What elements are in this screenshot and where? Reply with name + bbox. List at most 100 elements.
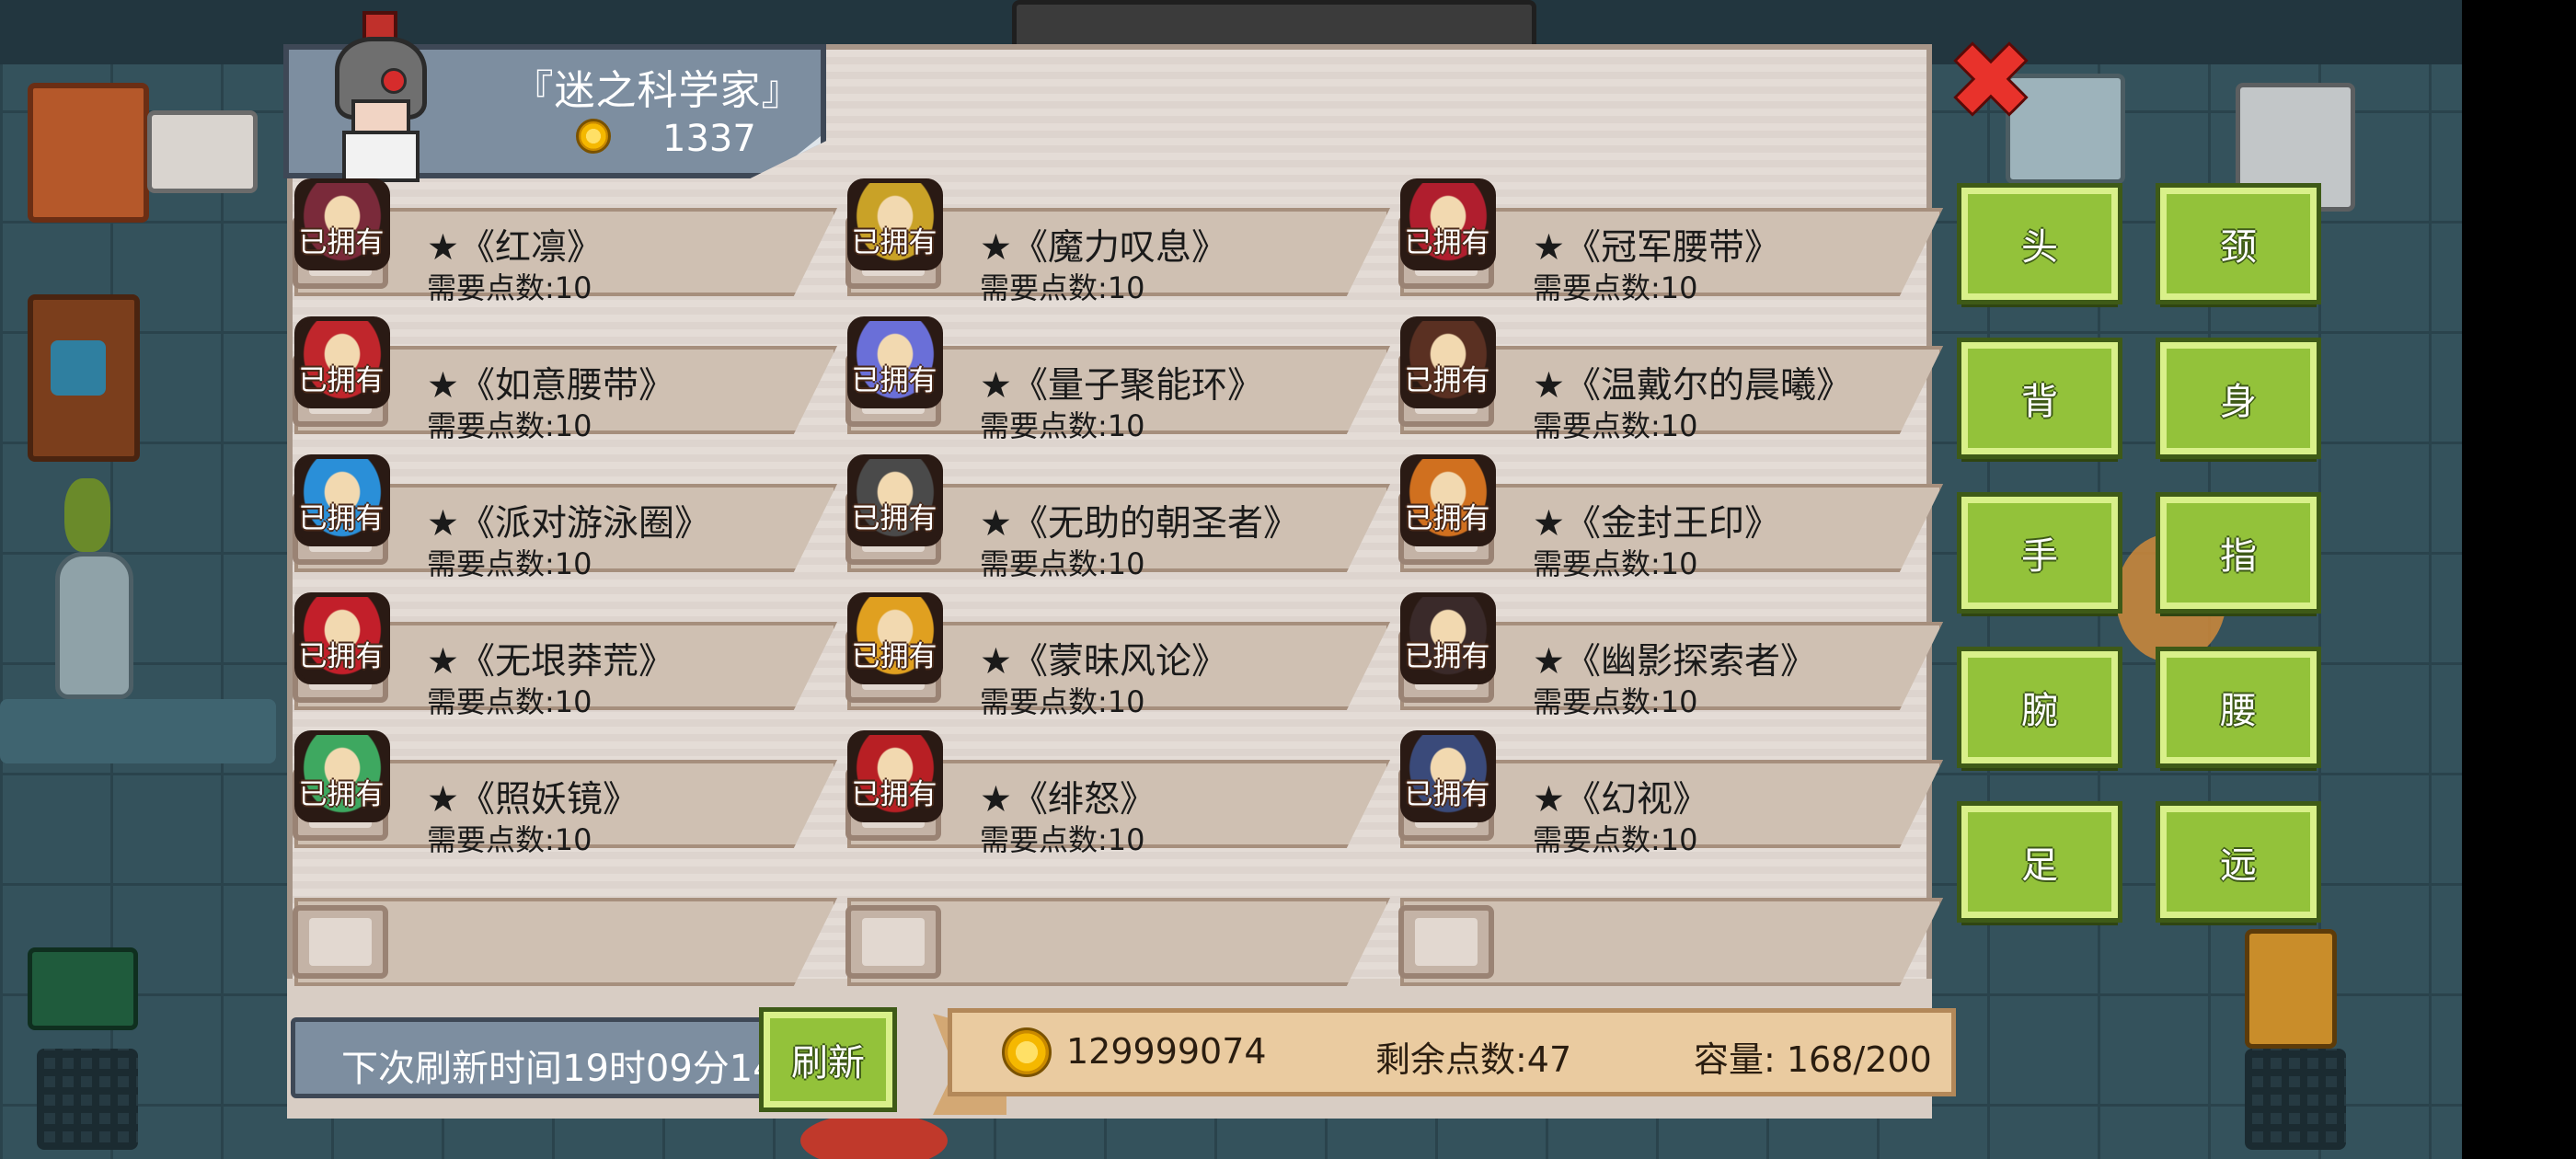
close-button[interactable]: ✖ (1947, 30, 2035, 132)
item-name: ★《无助的朝圣者》 (980, 503, 1299, 545)
shop-item[interactable]: 已拥有 ★《红凛》 需要点数:10 (285, 167, 837, 305)
item-name: ★《温戴尔的晨曦》 (1533, 365, 1852, 407)
item-cost: 需要点数:10 (427, 408, 592, 443)
item-name: ★《幻视》 (1533, 779, 1708, 820)
printer-prop (147, 110, 258, 193)
category-button[interactable]: 腕 (1957, 647, 2122, 768)
empty-slot (1391, 857, 1943, 995)
owned-label: 已拥有 (851, 502, 937, 535)
item-name: ★《无垠莽荒》 (427, 641, 674, 683)
item-cost: 需要点数:10 (980, 270, 1145, 305)
item-cost: 需要点数:10 (1533, 408, 1698, 443)
owned-label: 已拥有 (851, 778, 937, 811)
shop-item[interactable]: 已拥有 ★《魔力叹息》 需要点数:10 (838, 167, 1390, 305)
item-cost: 需要点数:10 (427, 684, 592, 719)
category-button[interactable]: 手 (1957, 492, 2122, 614)
shop-item[interactable]: 已拥有 ★《冠军腰带》 需要点数:10 (1391, 167, 1943, 305)
item-cost: 需要点数:10 (1533, 546, 1698, 581)
category-button[interactable]: 远 (2156, 801, 2321, 923)
owned-label: 已拥有 (1404, 226, 1490, 259)
shop-item[interactable]: 已拥有 ★《无垠莽荒》 需要点数:10 (285, 581, 837, 719)
shop-item[interactable]: 已拥有 ★《金封王印》 需要点数:10 (1391, 443, 1943, 581)
status-ribbon: 129999074 剩余点数:47 容量: 168/200 (948, 1008, 1956, 1096)
item-cost: 需要点数:10 (980, 684, 1145, 719)
item-cost: 需要点数:10 (1533, 684, 1698, 719)
item-name: ★《如意腰带》 (427, 365, 674, 407)
chair-seat-prop (51, 340, 106, 396)
category-button[interactable]: 背 (1957, 338, 2122, 459)
shop-item[interactable]: 已拥有 ★《温戴尔的晨曦》 需要点数:10 (1391, 305, 1943, 443)
item-name: ★《幽影探索者》 (1533, 641, 1816, 683)
shop-item[interactable]: 已拥有 ★《蒙昧风论》 需要点数:10 (838, 581, 1390, 719)
owned-label: 已拥有 (851, 640, 937, 673)
item-name: ★《派对游泳圈》 (427, 503, 710, 545)
owned-label: 已拥有 (298, 640, 385, 673)
refresh-timer-text: 下次刷新时间19时09分14 (341, 1048, 769, 1090)
empty-slot (285, 857, 837, 995)
item-cost: 需要点数:10 (980, 408, 1145, 443)
owned-label: 已拥有 (298, 226, 385, 259)
player-money: 129999074 (1066, 1031, 1267, 1072)
robot-eye (381, 68, 407, 94)
shop-item[interactable]: 已拥有 ★《无助的朝圣者》 需要点数:10 (838, 443, 1390, 581)
owned-label: 已拥有 (1404, 778, 1490, 811)
empty-slot (838, 857, 1390, 995)
shop-item[interactable]: 已拥有 ★《幻视》 需要点数:10 (1391, 719, 1943, 857)
item-slot (845, 905, 941, 979)
item-cost: 需要点数:10 (980, 822, 1145, 857)
item-name: ★《金封王印》 (1533, 503, 1780, 545)
circuit-board-prop (28, 947, 138, 1030)
item-cost: 需要点数:10 (427, 822, 592, 857)
item-name: ★《绯怒》 (980, 779, 1156, 820)
wall-panel (0, 699, 276, 763)
item-cost: 需要点数:10 (427, 546, 592, 581)
item-cost: 需要点数:10 (1533, 270, 1698, 305)
category-button[interactable]: 颈 (2156, 183, 2321, 304)
refresh-button[interactable]: 刷新 (759, 1007, 897, 1112)
owned-label: 已拥有 (298, 364, 385, 397)
close-x-icon: ✖ (1948, 22, 2034, 140)
category-button[interactable]: 足 (1957, 801, 2122, 923)
gold-coin-icon (1002, 1027, 1052, 1077)
owned-label: 已拥有 (851, 226, 937, 259)
item-name: ★《红凛》 (427, 227, 603, 269)
shop-item[interactable]: 已拥有 ★《如意腰带》 需要点数:10 (285, 305, 837, 443)
shop-item[interactable]: 已拥有 ★《量子聚能环》 需要点数:10 (838, 305, 1390, 443)
item-cost: 需要点数:10 (1533, 822, 1698, 857)
merchant-coin-count: 1337 (662, 118, 756, 160)
owned-label: 已拥有 (298, 502, 385, 535)
owned-label: 已拥有 (851, 364, 937, 397)
item-cost: 需要点数:10 (980, 546, 1145, 581)
refresh-timer: 下次刷新时间19时09分14 (291, 1017, 769, 1098)
capacity: 容量: 168/200 (1694, 1039, 1932, 1080)
gold-coin-icon (576, 119, 611, 154)
item-cost: 需要点数:10 (427, 270, 592, 305)
item-name: ★《蒙昧风论》 (980, 641, 1227, 683)
floor-grate (2245, 1049, 2346, 1150)
merchant-avatar (320, 11, 431, 182)
owned-label: 已拥有 (1404, 364, 1490, 397)
shop-item[interactable]: 已拥有 ★《绯怒》 需要点数:10 (838, 719, 1390, 857)
merchant-name: 『迷之科学家』 (512, 67, 803, 114)
shop-item[interactable]: 已拥有 ★《幽影探索者》 需要点数:10 (1391, 581, 1943, 719)
item-slot (1398, 905, 1494, 979)
plant-prop (64, 478, 110, 552)
remaining-points: 剩余点数:47 (1375, 1039, 1572, 1080)
category-button[interactable]: 身 (2156, 338, 2321, 459)
item-name: ★《量子聚能环》 (980, 365, 1263, 407)
item-slot (293, 905, 388, 979)
floor-grate (37, 1049, 138, 1150)
category-button[interactable]: 头 (1957, 183, 2122, 304)
locker-prop (2245, 929, 2337, 1049)
owned-label: 已拥有 (298, 778, 385, 811)
item-name: ★《魔力叹息》 (980, 227, 1227, 269)
shop-item[interactable]: 已拥有 ★《派对游泳圈》 需要点数:10 (285, 443, 837, 581)
shop-item[interactable]: 已拥有 ★《照妖镜》 需要点数:10 (285, 719, 837, 857)
vase-prop (55, 552, 133, 699)
category-button[interactable]: 腰 (2156, 647, 2321, 768)
item-name: ★《照妖镜》 (427, 779, 638, 820)
category-button[interactable]: 指 (2156, 492, 2321, 614)
owned-label: 已拥有 (1404, 640, 1490, 673)
screen-edge (2462, 0, 2576, 1159)
cabinet-prop (28, 83, 149, 223)
